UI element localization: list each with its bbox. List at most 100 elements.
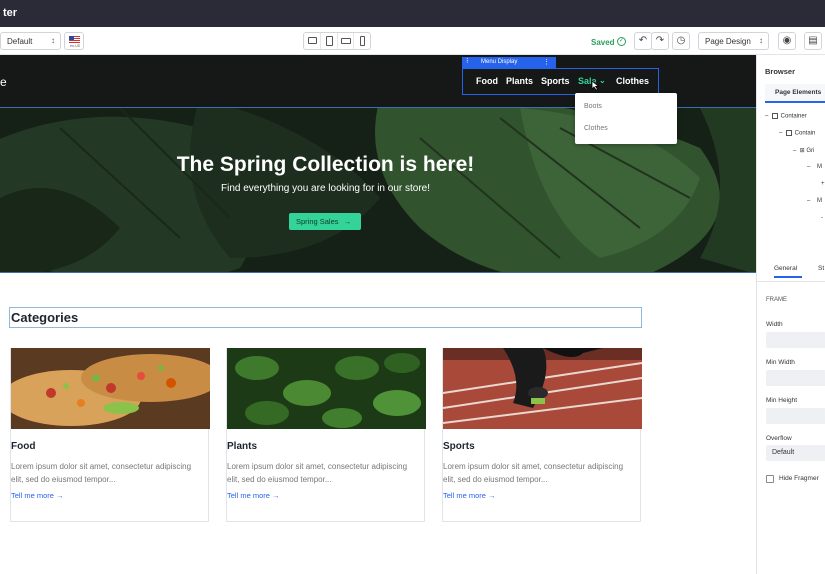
category-card-sports[interactable]: Sports Lorem ipsum dolor sit amet, conse… [442, 348, 642, 522]
undo-button[interactable]: ↶ [634, 32, 652, 50]
categories-heading[interactable]: Categories [9, 307, 642, 328]
tablet-icon [325, 36, 333, 46]
container-icon [785, 130, 792, 136]
us-flag-icon [69, 36, 80, 43]
language-selector[interactable]: en-US [64, 32, 84, 50]
eye-icon: ◉ [782, 35, 792, 46]
preview-button[interactable]: ◉ [778, 32, 796, 50]
nav-item-clothes[interactable]: Clothes [616, 76, 649, 86]
hide-fragment-checkbox[interactable] [766, 475, 774, 483]
card-title: Sports [443, 441, 475, 452]
tree-item-module-2[interactable]: – M [807, 198, 822, 204]
tree-item-container-child[interactable]: – Contain [779, 130, 815, 137]
arrow-right-icon: → [488, 491, 496, 500]
page-design-value: Page Design [705, 37, 751, 46]
width-input[interactable] [766, 332, 825, 348]
spring-sales-label: Spring Sales [296, 217, 339, 226]
undo-icon: ↶ [638, 35, 648, 46]
desktop-preview-button[interactable] [304, 33, 321, 49]
chevron-down-icon[interactable]: ⌄ [599, 76, 606, 85]
segment-select[interactable]: Default ↕ [0, 32, 61, 50]
overflow-select[interactable]: Default [766, 445, 825, 461]
sale-dropdown-menu: Boots Clothes [575, 93, 677, 144]
min-width-label: Min Width [766, 359, 795, 366]
card-description: Lorem ipsum dolor sit amet, consectetur … [443, 462, 624, 484]
arrow-right-icon: → [272, 491, 280, 500]
sprinter-photo [443, 348, 642, 429]
editor-toolbar: Default ↕ en-US Saved ✓ ↶ ↷ ◷ Page Desig… [0, 27, 825, 55]
tablet-preview-button[interactable] [321, 33, 338, 49]
app-title: ter [3, 7, 18, 19]
card-title: Food [11, 441, 36, 452]
mobile-icon [360, 36, 366, 46]
arrow-right-icon: → [343, 217, 352, 226]
tab-page-elements[interactable]: Page Elements [765, 84, 825, 103]
overflow-label: Overflow [766, 435, 792, 442]
drag-handle-icon[interactable]: ⠇ [466, 58, 470, 65]
width-label: Width [766, 321, 783, 328]
redo-button[interactable]: ↷ [651, 32, 669, 50]
history-icon: ◷ [676, 35, 686, 46]
hero-subtitle: Find everything you are looking for in o… [221, 183, 430, 194]
right-sidebar-panel: Browser Page Elements – Container – Cont… [756, 55, 825, 574]
plants-photo [227, 348, 426, 429]
sidebar-toggle-button[interactable]: ▤ [804, 32, 822, 50]
min-height-label: Min Height [766, 397, 798, 404]
card-description: Lorem ipsum dolor sit amet, consectetur … [227, 462, 408, 484]
desktop-icon [308, 37, 317, 44]
panel-icon: ▤ [808, 35, 818, 46]
tree-item-grid[interactable]: – ⊞ Gri [793, 147, 814, 154]
chevron-updown-icon: ↕ [759, 36, 763, 45]
menu-display-tag[interactable]: ⠇ Menu Display ⋮ [462, 57, 556, 68]
language-code: en-US [70, 44, 80, 48]
landscape-preview-button[interactable] [338, 33, 355, 49]
tree-item-collapse[interactable]: - [821, 215, 823, 221]
panel-title: Browser [765, 67, 796, 76]
tell-me-more-link[interactable]: Tell me more → [227, 491, 280, 500]
link-label: Tell me more [443, 491, 486, 500]
chevron-updown-icon: ↕ [51, 36, 55, 45]
tree-item-container[interactable]: – Container [765, 113, 807, 120]
nav-item-plants[interactable]: Plants [506, 76, 533, 86]
tree-item-module-1[interactable]: – M [807, 164, 822, 170]
card-title: Plants [227, 441, 258, 452]
link-label: Tell me more [227, 491, 270, 500]
min-height-input[interactable] [766, 408, 825, 424]
site-logo[interactable]: e [0, 75, 7, 89]
app-titlebar: ter [0, 0, 825, 27]
mobile-preview-button[interactable] [354, 33, 370, 49]
tab-styles[interactable]: St [818, 265, 824, 272]
dropdown-item-boots[interactable]: Boots [584, 103, 602, 110]
segment-select-value: Default [7, 37, 33, 46]
hero-title: The Spring Collection is here! [176, 153, 475, 176]
history-button[interactable]: ◷ [672, 32, 690, 50]
check-circle-icon: ✓ [617, 37, 626, 46]
saved-status: Saved [591, 38, 615, 47]
plants-image [227, 348, 426, 429]
tell-me-more-link[interactable]: Tell me more → [443, 491, 496, 500]
tell-me-more-link[interactable]: Tell me more → [11, 491, 64, 500]
sports-image [443, 348, 642, 429]
hide-fragment-label: Hide Fragmer [779, 475, 819, 482]
category-card-plants[interactable]: Plants Lorem ipsum dolor sit amet, conse… [226, 348, 426, 522]
grid-icon: ⊞ [799, 148, 805, 154]
nav-item-food[interactable]: Food [476, 76, 498, 86]
min-width-input[interactable] [766, 370, 825, 386]
tab-general[interactable]: General [774, 265, 802, 278]
category-card-food[interactable]: Food Lorem ipsum dolor sit amet, consect… [10, 348, 210, 522]
food-image [11, 348, 210, 429]
nav-item-sports[interactable]: Sports [541, 76, 570, 86]
cursor-pointer-icon [591, 80, 600, 91]
kebab-menu-icon[interactable]: ⋮ [543, 58, 550, 66]
card-description: Lorem ipsum dolor sit amet, consectetur … [11, 462, 192, 484]
overflow-value: Default [772, 449, 795, 456]
redo-icon: ↷ [655, 35, 665, 46]
dropdown-item-clothes[interactable]: Clothes [584, 125, 608, 132]
tree-item-add[interactable]: + [821, 181, 825, 187]
panel-divider [757, 281, 825, 282]
device-preview-group [303, 32, 371, 50]
page-canvas: e ⠇ Menu Display ⋮ Food Plants Sports Sa… [0, 55, 756, 574]
page-design-select[interactable]: Page Design ↕ [698, 32, 769, 50]
spring-sales-button[interactable]: Spring Sales → [289, 213, 361, 230]
landscape-icon [340, 38, 351, 44]
